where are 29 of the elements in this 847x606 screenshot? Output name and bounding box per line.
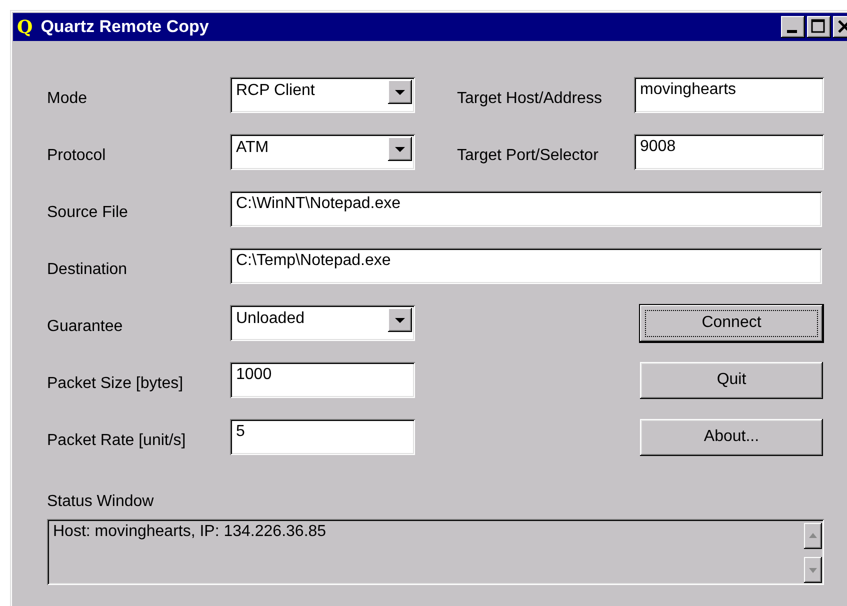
- action-button[interactable]: About...: [640, 418, 823, 456]
- field-label: Target Host/Address: [457, 89, 603, 108]
- field-label: Guarantee: [47, 317, 124, 336]
- dropdown[interactable]: RCP Client: [230, 77, 415, 113]
- action-button[interactable]: Connect: [640, 304, 823, 342]
- scroll-down-icon[interactable]: [804, 557, 822, 583]
- app-logo: Q: [17, 16, 33, 38]
- input-field[interactable]: movinghearts: [634, 77, 824, 113]
- dropdown[interactable]: ATM: [230, 134, 415, 170]
- input-field[interactable]: 9008: [634, 134, 824, 170]
- dropdown[interactable]: Unloaded: [230, 305, 415, 341]
- maximize-icon[interactable]: [807, 16, 831, 38]
- status-label: Status Window: [47, 493, 155, 511]
- field-label: Packet Size [bytes]: [47, 374, 184, 393]
- field-label: Packet Rate [unit/s]: [47, 431, 187, 450]
- input-field[interactable]: C:\WinNT\Notepad.exe: [230, 191, 822, 227]
- field-label: Destination: [47, 260, 128, 279]
- field-label: Source File: [47, 203, 129, 222]
- input-field[interactable]: 1000: [230, 362, 415, 398]
- window-title: Quartz Remote Copy: [40, 17, 210, 37]
- field-label: Protocol: [47, 146, 107, 165]
- status-text: Host: movinghearts, IP: 134.226.36.85: [53, 523, 326, 542]
- minimize-icon[interactable]: [781, 16, 805, 38]
- action-button[interactable]: Quit: [640, 362, 823, 398]
- field-label: Target Port/Selector: [457, 146, 600, 165]
- field-label: Mode: [47, 89, 88, 108]
- input-field[interactable]: 5: [230, 419, 415, 455]
- input-field[interactable]: C:\Temp\Notepad.exe: [230, 248, 822, 284]
- scroll-up-icon[interactable]: [804, 523, 822, 549]
